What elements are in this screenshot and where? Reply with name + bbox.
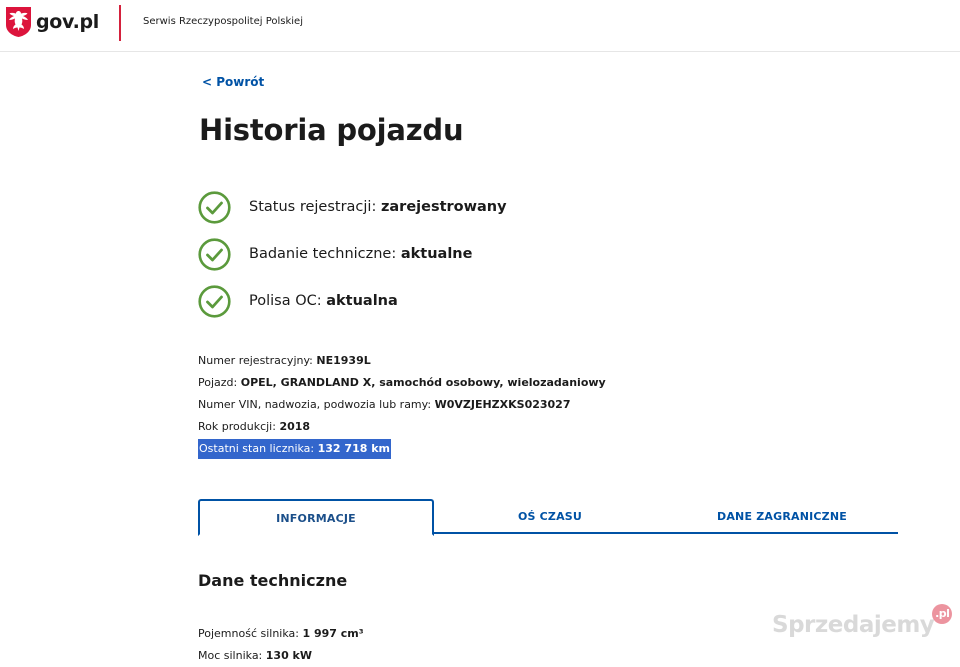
detail-value: W0VZJEHZXKS023027 — [434, 398, 571, 411]
check-circle-icon — [198, 190, 231, 224]
detail-value: 130 kW — [265, 649, 313, 662]
detail-vin: Numer VIN, nadwozia, podwozia lub ramy: … — [198, 394, 606, 416]
status-text: Badanie techniczne: aktualne — [249, 246, 472, 262]
selected-text: Ostatni stan licznika: 132 718 km — [198, 439, 391, 459]
status-registration: Status rejestracji: zarejestrowany — [198, 190, 507, 224]
technical-details: Pojemność silnika: 1 997 cm³ Moc silnika… — [198, 623, 364, 667]
tab-dane-zagraniczne[interactable]: DANE ZAGRANICZNE — [666, 499, 898, 534]
detail-registration: Numer rejestracyjny: NE1939L — [198, 350, 606, 372]
tab-informacje[interactable]: INFORMACJE — [198, 499, 434, 536]
tab-bar: INFORMACJE OŚ CZASU DANE ZAGRANICZNE — [198, 499, 898, 536]
status-value: aktualne — [400, 246, 473, 262]
status-label: Status rejestracji: — [249, 199, 381, 215]
status-value: zarejestrowany — [380, 199, 507, 215]
watermark: Sprzedajemy.pl — [772, 604, 953, 638]
status-label: Polisa OC: — [249, 293, 327, 309]
detail-value: 2018 — [279, 420, 311, 433]
detail-label: Ostatni stan licznika: — [199, 442, 318, 455]
detail-year: Rok produkcji: 2018 — [198, 416, 606, 438]
detail-value: 1 997 cm³ — [302, 627, 364, 640]
status-label: Badanie techniczne: — [249, 246, 401, 262]
govpl-logo-link[interactable]: gov.pl — [5, 6, 99, 38]
watermark-badge: .pl — [932, 604, 953, 624]
header-divider — [119, 5, 121, 41]
detail-vehicle: Pojazd: OPEL, GRANDLAND X, samochód osob… — [198, 372, 606, 394]
page-title: Historia pojazdu — [199, 113, 464, 147]
back-link[interactable]: < Powrót — [202, 75, 264, 89]
detail-label: Numer rejestracyjny: — [198, 354, 317, 367]
status-inspection: Badanie techniczne: aktualne — [198, 237, 507, 271]
detail-label: Numer VIN, nadwozia, podwozia lub ramy: — [198, 398, 435, 411]
detail-value: OPEL, GRANDLAND X, samochód osobowy, wie… — [240, 376, 606, 389]
tab-os-czasu[interactable]: OŚ CZASU — [434, 499, 666, 534]
watermark-text: Sprzedajemy — [772, 612, 935, 638]
status-list: Status rejestracji: zarejestrowany Badan… — [198, 190, 507, 331]
vehicle-details: Numer rejestracyjny: NE1939L Pojazd: OPE… — [198, 350, 606, 460]
polish-eagle-icon — [6, 7, 31, 37]
status-text: Polisa OC: aktualna — [249, 293, 398, 309]
detail-value: NE1939L — [316, 354, 371, 367]
status-value: aktualna — [326, 293, 398, 309]
detail-value: 132 718 km — [317, 442, 390, 455]
section-title: Dane techniczne — [198, 571, 348, 590]
detail-engine-power: Moc silnika: 130 kW — [198, 645, 364, 667]
check-circle-icon — [198, 284, 231, 318]
detail-label: Moc silnika: — [198, 649, 266, 662]
detail-odometer: Ostatni stan licznika: 132 718 km — [198, 438, 606, 460]
logo-text: gov.pl — [36, 11, 100, 33]
service-name: Serwis Rzeczypospolitej Polskiej — [143, 16, 303, 27]
detail-label: Pojazd: — [198, 376, 241, 389]
detail-label: Rok produkcji: — [198, 420, 280, 433]
check-circle-icon — [198, 237, 231, 271]
detail-label: Pojemność silnika: — [198, 627, 303, 640]
detail-engine-capacity: Pojemność silnika: 1 997 cm³ — [198, 623, 364, 645]
status-insurance: Polisa OC: aktualna — [198, 284, 507, 318]
status-text: Status rejestracji: zarejestrowany — [249, 199, 507, 215]
site-header: gov.pl Serwis Rzeczypospolitej Polskiej — [0, 0, 960, 52]
